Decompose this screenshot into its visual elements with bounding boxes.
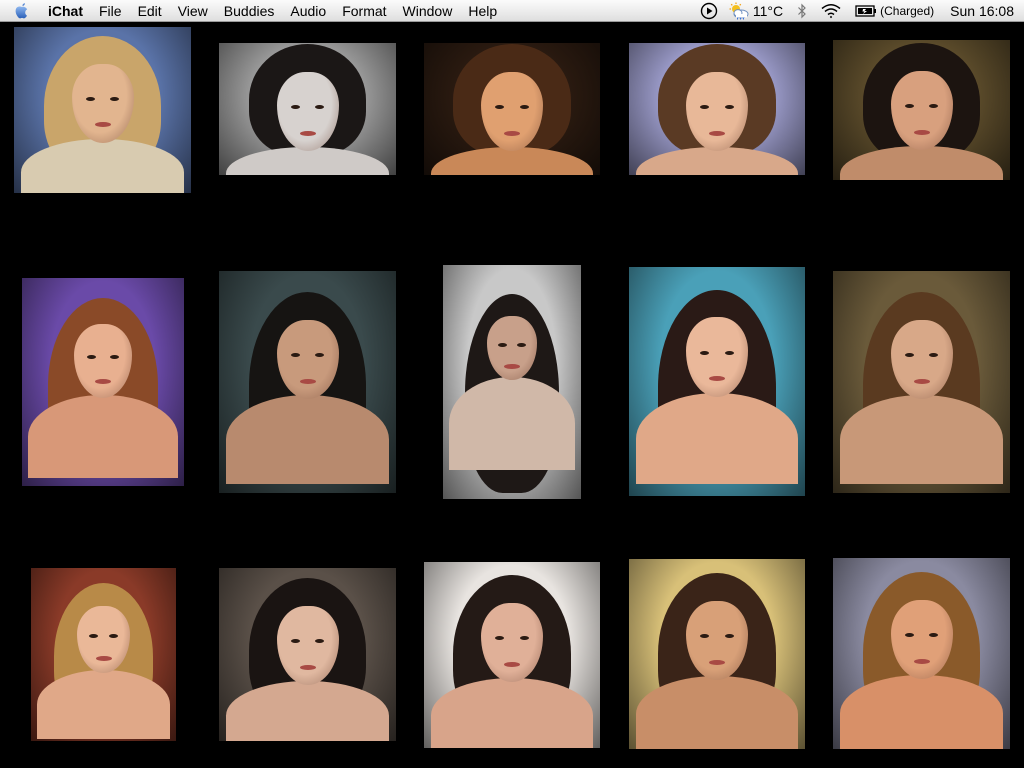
status-menus: 11°C (Charged) Sun 16:08 <box>690 0 1024 22</box>
photo-11 <box>31 568 176 741</box>
photo-grid <box>0 22 1024 768</box>
photo-5 <box>833 40 1010 180</box>
menu-app-ichat[interactable]: iChat <box>40 0 91 22</box>
photo-7 <box>219 271 396 493</box>
menu-bar: iChat File Edit View Buddies Audio Forma… <box>0 0 1024 22</box>
battery-status[interactable]: (Charged) <box>880 4 934 18</box>
photo-6 <box>22 278 184 486</box>
menu-view[interactable]: View <box>170 0 216 22</box>
menu-file[interactable]: File <box>91 0 130 22</box>
bluetooth-icon[interactable] <box>797 3 807 19</box>
menu-audio[interactable]: Audio <box>282 0 334 22</box>
menu-help[interactable]: Help <box>460 0 505 22</box>
photo-1 <box>14 27 191 193</box>
menu-edit[interactable]: Edit <box>130 0 170 22</box>
photo-14 <box>629 559 805 749</box>
wifi-icon[interactable] <box>821 3 841 19</box>
apple-icon[interactable] <box>12 1 32 21</box>
menu-format[interactable]: Format <box>334 0 394 22</box>
menubar-clock[interactable]: Sun 16:08 <box>950 3 1014 19</box>
photo-12 <box>219 568 396 741</box>
weather-partly-cloudy-icon[interactable] <box>728 2 750 20</box>
menu-window[interactable]: Window <box>395 0 461 22</box>
photo-3 <box>424 43 600 175</box>
photo-9 <box>629 267 805 496</box>
play-icon[interactable] <box>700 2 718 20</box>
battery-icon[interactable] <box>855 4 877 18</box>
photo-13 <box>424 562 600 748</box>
photo-2 <box>219 43 396 175</box>
photo-4 <box>629 43 805 175</box>
temperature-readout[interactable]: 11°C <box>753 3 783 19</box>
menu-buddies[interactable]: Buddies <box>216 0 283 22</box>
photo-15 <box>833 558 1010 749</box>
photo-8 <box>443 265 581 499</box>
photo-10 <box>833 271 1010 493</box>
